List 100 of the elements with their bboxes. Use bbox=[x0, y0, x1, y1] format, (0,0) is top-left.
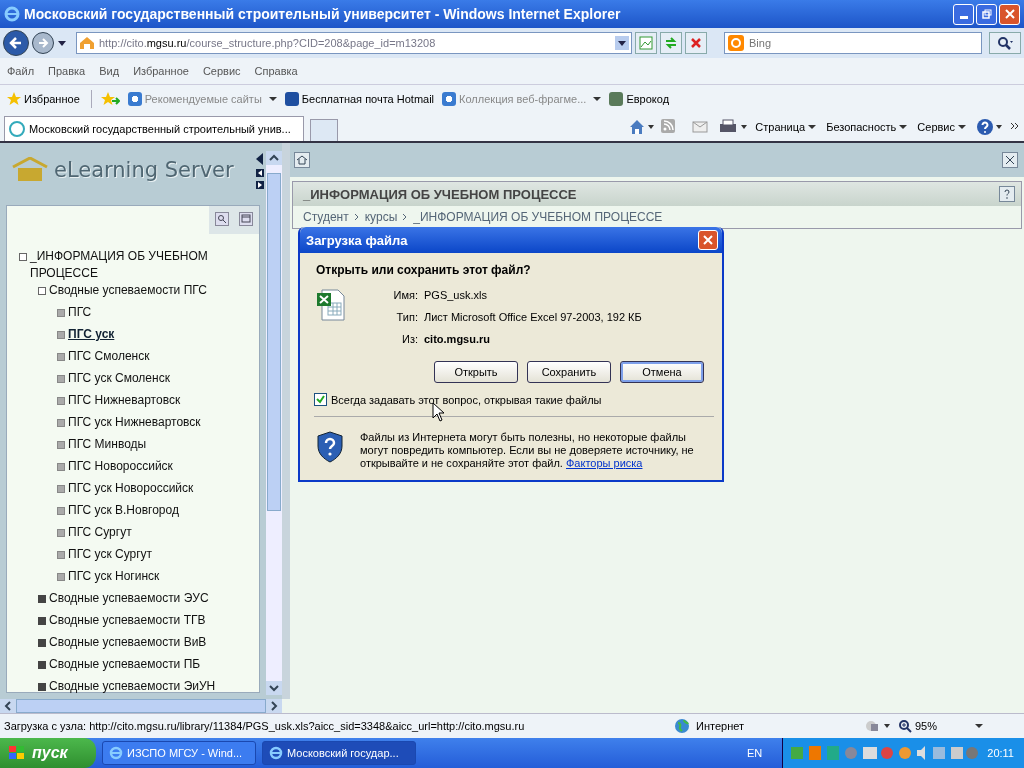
search-icon[interactable] bbox=[215, 212, 229, 226]
caret-icon[interactable] bbox=[974, 723, 984, 729]
horizontal-scrollbar[interactable] bbox=[0, 699, 282, 713]
panel-icon[interactable] bbox=[239, 212, 253, 226]
tree-node-icon[interactable] bbox=[57, 397, 65, 405]
menu-item[interactable]: Сервис bbox=[202, 65, 241, 77]
menu-item[interactable]: Правка bbox=[48, 65, 86, 77]
collapse-icon[interactable] bbox=[256, 153, 264, 165]
browser-tab[interactable]: Московский государственный строительный унив... bbox=[4, 116, 304, 141]
tree-node-icon[interactable] bbox=[57, 441, 65, 449]
search-field[interactable]: Bing bbox=[724, 32, 982, 54]
tree-item[interactable]: ПГС Сургут bbox=[68, 524, 132, 541]
breadcrumb-link[interactable]: курсы bbox=[364, 210, 398, 224]
tree-item[interactable]: ПГС Минводы bbox=[68, 436, 147, 453]
tree-node-icon[interactable] bbox=[57, 573, 65, 581]
close-icon[interactable] bbox=[1002, 152, 1018, 168]
tree-node-icon[interactable] bbox=[57, 375, 65, 383]
tree-node-icon[interactable] bbox=[57, 309, 65, 317]
menu-item[interactable]: Вид bbox=[99, 65, 120, 77]
scroll-left-icon[interactable] bbox=[0, 699, 16, 713]
tree-node-icon[interactable] bbox=[38, 683, 46, 691]
tree-node-icon[interactable] bbox=[57, 463, 65, 471]
tree-item[interactable]: ПГС Смоленск bbox=[68, 348, 150, 365]
tree-node-icon[interactable] bbox=[57, 485, 65, 493]
caret-icon bbox=[899, 124, 908, 130]
tree-item[interactable]: ПГС уск Нижневартовск bbox=[68, 414, 201, 431]
dialog-button[interactable]: Сохранить bbox=[527, 361, 611, 383]
tree-item[interactable]: ПГС уск Ногинск bbox=[68, 568, 160, 585]
tree-item[interactable]: ПГС уск Новороссийск bbox=[68, 480, 194, 497]
tree-item[interactable]: Сводные успеваемости ВиВ bbox=[49, 634, 207, 651]
tree-item[interactable]: ПГС уск Сургут bbox=[68, 546, 153, 563]
tree-node-icon[interactable] bbox=[57, 507, 65, 515]
tree-node-icon[interactable] bbox=[38, 639, 46, 647]
tree-node-icon[interactable] bbox=[38, 661, 46, 669]
site-icon bbox=[609, 92, 624, 106]
tree-item[interactable]: ПГС bbox=[68, 304, 92, 321]
compatibility-button[interactable] bbox=[635, 32, 657, 54]
tree-item[interactable]: Сводные успеваемости ЭиУН bbox=[49, 678, 216, 695]
back-button[interactable] bbox=[3, 30, 29, 56]
tree-node-icon[interactable] bbox=[57, 551, 65, 559]
tree-item[interactable]: Сводные успеваемости ТГВ bbox=[49, 612, 206, 629]
tree-node-icon[interactable] bbox=[57, 529, 65, 537]
right-arrow-icon[interactable] bbox=[256, 181, 264, 189]
restore-button[interactable] bbox=[976, 3, 997, 25]
close-button[interactable] bbox=[999, 3, 1020, 25]
printer-icon[interactable] bbox=[719, 119, 750, 135]
taskbar-button[interactable]: Московский государ... bbox=[262, 741, 416, 765]
tree-node-icon[interactable] bbox=[57, 331, 65, 339]
help-icon[interactable] bbox=[976, 118, 1004, 136]
help-icon[interactable] bbox=[999, 186, 1015, 202]
tree-node-icon[interactable] bbox=[38, 617, 46, 625]
dialog-button[interactable]: Отмена bbox=[620, 361, 704, 383]
tree-item[interactable]: ПГС уск В.Новгород bbox=[68, 502, 179, 519]
system-tray-icons-drawing[interactable] bbox=[789, 744, 980, 762]
tree-item[interactable]: Сводные успеваемости ЭУС bbox=[49, 590, 209, 607]
forward-button[interactable] bbox=[32, 32, 54, 54]
tree-item[interactable]: ПГС уск bbox=[68, 326, 115, 343]
minimize-button[interactable] bbox=[953, 3, 974, 25]
tree-item[interactable]: ПГС Новороссийск bbox=[68, 458, 173, 475]
menu-item[interactable]: Файл bbox=[7, 65, 35, 77]
favorites-link[interactable]: Еврокод bbox=[609, 92, 670, 106]
tree-item[interactable]: Сводные успеваемости ПГС bbox=[49, 282, 207, 299]
home-icon[interactable] bbox=[629, 119, 656, 135]
breadcrumb-link[interactable]: _ИНФОРМАЦИЯ ОБ УЧЕБНОМ ПРОЦЕССЕ bbox=[413, 210, 663, 224]
dropdown-icon[interactable] bbox=[615, 36, 629, 50]
taskbar-button[interactable]: ИЗСПО МГСУ - Wind... bbox=[102, 741, 256, 765]
tree-item[interactable]: Сводные успеваемости ПБ bbox=[49, 656, 201, 673]
close-button[interactable] bbox=[698, 230, 718, 250]
new-tab-button[interactable] bbox=[310, 119, 338, 141]
search-button[interactable] bbox=[989, 32, 1021, 54]
language-indicator[interactable]: EN bbox=[747, 747, 763, 759]
tree-node-icon[interactable] bbox=[38, 287, 46, 295]
favorites-button[interactable]: Избранное bbox=[4, 92, 83, 106]
tree-node-icon[interactable] bbox=[38, 595, 46, 603]
scroll-right-icon[interactable] bbox=[266, 699, 282, 713]
add-favorite-icon[interactable] bbox=[99, 91, 120, 107]
dialog-button[interactable]: Открыть bbox=[434, 361, 518, 383]
tree-item[interactable]: ПГС Нижневартовск bbox=[68, 392, 181, 409]
command-menu[interactable]: Безопасность bbox=[826, 121, 908, 133]
refresh-button[interactable] bbox=[660, 32, 682, 54]
checkbox-label[interactable]: Всегда задавать этот вопрос, открывая такие файлы bbox=[331, 393, 602, 406]
home-icon[interactable] bbox=[294, 152, 310, 168]
favorites-link[interactable]: Бесплатная почта Hotmail bbox=[284, 92, 435, 106]
tree-item[interactable]: _ИНФОРМАЦИЯ ОБ УЧЕБНОМ ПРОЦЕССЕ bbox=[30, 248, 210, 282]
caret-icon[interactable] bbox=[57, 39, 67, 47]
left-arrow-icon[interactable] bbox=[256, 169, 264, 177]
tree-node-icon[interactable] bbox=[57, 419, 65, 427]
zoom-level[interactable]: 95% bbox=[898, 719, 968, 733]
tree-node-icon[interactable] bbox=[57, 353, 65, 361]
menu-item[interactable]: Избранное bbox=[133, 65, 189, 77]
stop-button[interactable] bbox=[685, 32, 707, 54]
tree-node-icon[interactable] bbox=[19, 253, 27, 261]
tree-item[interactable]: ПГС уск Смоленск bbox=[68, 370, 170, 387]
address-field[interactable]: http://cito.mgsu.ru/course_structure.php?CID=208&page_id=m13208 bbox=[76, 32, 632, 54]
command-menu[interactable]: Страница bbox=[755, 121, 817, 133]
risk-factors-link[interactable]: Факторы риска bbox=[566, 457, 643, 469]
breadcrumb-link[interactable]: Студент bbox=[303, 210, 349, 224]
menu-item[interactable]: Справка bbox=[254, 65, 298, 77]
checkbox[interactable] bbox=[314, 393, 327, 406]
command-menu[interactable]: Сервис bbox=[917, 121, 966, 133]
